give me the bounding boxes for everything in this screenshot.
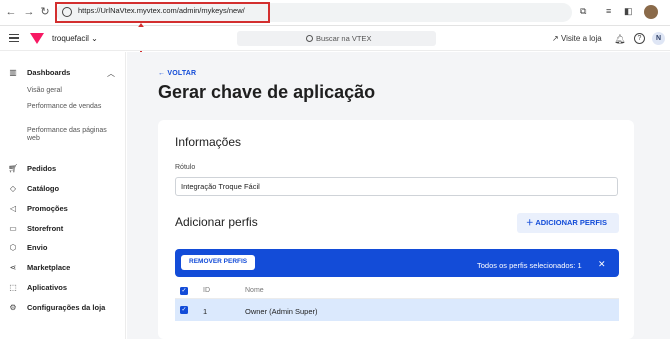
close-icon[interactable]: ✕ xyxy=(598,259,606,270)
forward-arrow-icon[interactable]: → xyxy=(22,5,36,19)
info-section-title: Informações xyxy=(175,135,242,149)
row-name: Owner (Admin Super) xyxy=(245,307,318,316)
storefront-icon: ▭ xyxy=(9,224,17,233)
select-all-checkbox[interactable]: ✓ xyxy=(180,287,188,295)
sidebar-item-catalog[interactable]: Catálogo xyxy=(27,184,59,193)
menu-icon[interactable] xyxy=(9,34,19,42)
sidebar xyxy=(0,52,126,339)
user-avatar[interactable]: N xyxy=(652,32,665,45)
reload-icon[interactable]: ↻ xyxy=(38,5,52,19)
sidebar-item-dashboards[interactable]: Dashboards xyxy=(27,68,70,77)
column-header-name[interactable]: Nome xyxy=(245,287,264,294)
gear-icon: ⚙ xyxy=(9,303,17,312)
help-icon[interactable]: ? xyxy=(634,33,645,44)
profiles-section-title: Adicionar perfis xyxy=(175,215,258,229)
url-highlight-annotation xyxy=(55,2,270,23)
back-link[interactable]: ← VOLTAR xyxy=(158,70,196,77)
sidebar-item-apps[interactable]: Aplicativos xyxy=(27,283,67,292)
media-icon[interactable]: ≡ xyxy=(606,6,611,16)
remove-profiles-label[interactable]: REMOVER PERFIS xyxy=(189,258,247,265)
chevron-up-icon[interactable]: ︿ xyxy=(107,68,115,79)
chart-icon: ▥ xyxy=(9,68,17,77)
sidebar-subitem-web-performance[interactable]: Performance das páginas web xyxy=(27,127,117,143)
admin-topbar: troquefacil ⌄ Buscar na VTEX ↗ Visite a … xyxy=(0,27,670,51)
megaphone-icon: ◁ xyxy=(9,204,17,213)
store-switcher[interactable]: troquefacil ⌄ xyxy=(52,34,98,43)
sidebar-subitem-sales-performance[interactable]: Performance de vendas xyxy=(27,103,117,111)
table-row[interactable] xyxy=(175,299,619,321)
page-title: Gerar chave de aplicação xyxy=(158,82,376,102)
extensions-icon[interactable]: ⧉ xyxy=(580,6,586,17)
sidebar-item-shipping[interactable]: Envio xyxy=(27,243,47,252)
visit-store-link[interactable]: ↗ Visite a loja xyxy=(552,34,602,43)
cart-icon: 🛒︎ xyxy=(8,164,19,173)
sidebar-item-orders[interactable]: Pedidos xyxy=(27,164,56,173)
row-checkbox[interactable]: ✓ xyxy=(180,306,188,314)
vtex-logo[interactable] xyxy=(30,33,44,44)
back-arrow-icon[interactable]: ← xyxy=(4,5,18,19)
sidebar-item-marketplace[interactable]: Marketplace xyxy=(27,263,70,272)
profile-avatar[interactable] xyxy=(644,5,658,19)
label-input-value[interactable]: Integração Troque Fácil xyxy=(181,182,260,191)
table-header xyxy=(175,283,619,299)
tag-icon: ◇ xyxy=(9,184,17,193)
search-icon xyxy=(306,35,313,42)
label-field-label: Rótulo xyxy=(175,164,196,171)
column-header-id[interactable]: ID xyxy=(203,287,210,294)
bell-icon[interactable]: 🔔︎ xyxy=(614,34,625,45)
add-profiles-label[interactable]: ＋ ADICIONAR PERFIS xyxy=(526,217,607,228)
search-placeholder[interactable]: Buscar na VTEX xyxy=(316,34,371,43)
row-id: 1 xyxy=(203,307,208,316)
sidebar-item-store-settings[interactable]: Configurações da loja xyxy=(27,303,105,312)
sidebar-item-storefront[interactable]: Storefront xyxy=(27,224,63,233)
sidebar-subitem-overview[interactable]: Visão geral xyxy=(27,87,117,95)
sidebar-item-promotions[interactable]: Promoções xyxy=(27,204,68,213)
selected-count-text: Todos os perfis selecionados: 1 xyxy=(477,261,582,270)
sidebar-toggle-icon[interactable]: ◧ xyxy=(624,6,633,17)
share-icon: ⋖ xyxy=(9,263,17,272)
box-icon: ⬡ xyxy=(9,243,17,252)
apps-icon: ⬚ xyxy=(9,283,17,292)
